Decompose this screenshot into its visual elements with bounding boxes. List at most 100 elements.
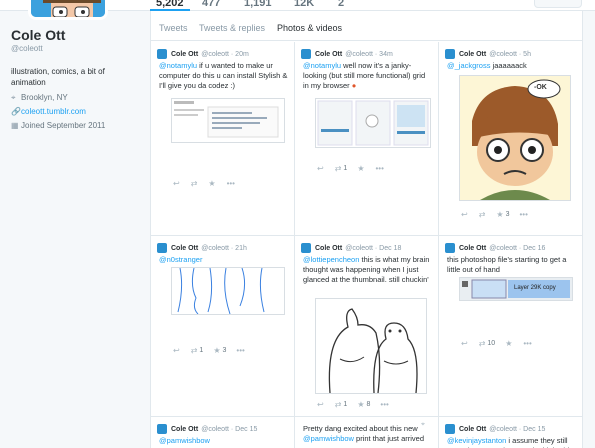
profile-name[interactable]: Cole Ott (11, 27, 141, 43)
retweet-icon[interactable]: ⇄ (335, 164, 342, 173)
tweet-card[interactable]: Cole Ott @coleott · Dec 18 @lottiepenche… (295, 236, 439, 417)
tweet-avatar[interactable] (301, 49, 311, 59)
tweet-card[interactable]: Cole Ott @coleott · 34m @notamylu well n… (295, 42, 439, 236)
more-icon[interactable]: ••• (523, 339, 531, 348)
tweet-text: @_jackgross jaaaaaack (447, 61, 527, 70)
tweet-image-blue-lines[interactable] (171, 267, 285, 315)
stat-followers[interactable]: 1,191 (244, 0, 272, 9)
tweet-card[interactable]: Cole Ott @coleott · Dec 15 @kevinjaystan… (439, 417, 583, 448)
like-icon[interactable]: ★ (505, 339, 512, 348)
website-link[interactable]: coleott.tumblr.com (21, 107, 86, 116)
tweet-author[interactable]: Cole Ott (315, 51, 342, 58)
profile-bio: illustration, comics, a bit of animation (11, 67, 105, 87)
tweet-actions: ↩ ⇄ ★ 3 ••• (461, 210, 539, 219)
profile-joined: ▦ Joined September 2011 (11, 121, 141, 130)
mention-link[interactable]: @n0stranger (159, 255, 202, 264)
stat-tweets[interactable]: 5,202 (156, 0, 184, 9)
tweet-card[interactable]: Cole Ott @coleott · Dec 15 @pamwishbow (151, 417, 295, 448)
settings-dropdown-button[interactable] (534, 0, 582, 8)
tweet-avatar[interactable] (301, 243, 311, 253)
tab-tweets-replies[interactable]: Tweets & replies (199, 23, 265, 33)
mention-link[interactable]: @pamwishbow (303, 434, 354, 443)
tweet-author[interactable]: Cole Ott (459, 426, 486, 433)
tweet-card[interactable]: Cole Ott @coleott · Dec 16 this photosho… (439, 236, 583, 417)
tweet-meta[interactable]: @coleott · Dec 16 (489, 245, 545, 252)
retweet-icon[interactable]: ⇄ (191, 346, 198, 355)
stat-likes[interactable]: 12K (294, 0, 314, 9)
like-count: 8 (366, 401, 371, 408)
location-pin-icon: ⌖ (421, 421, 425, 428)
tweet-actions: ↩ ⇄ 10 ★ ••• (461, 339, 543, 348)
tweet-meta[interactable]: @coleott · 21h (201, 245, 247, 252)
tweet-avatar[interactable] (157, 243, 167, 253)
profile-handle[interactable]: @coleott (11, 44, 141, 53)
stat-following[interactable]: 477 (202, 0, 220, 9)
retweet-icon[interactable]: ⇄ (191, 179, 198, 188)
tweet-text: Pretty dang excited about this new @pamw… (303, 424, 424, 443)
more-icon[interactable]: ••• (236, 346, 244, 355)
tweet-author[interactable]: Cole Ott (171, 51, 198, 58)
tweet-avatar[interactable] (157, 49, 167, 59)
tweet-author[interactable]: Cole Ott (171, 245, 198, 252)
tweet-meta[interactable]: @coleott · Dec 15 (201, 426, 257, 433)
profile-card: Cole Ott @coleott illustration, comics, … (11, 27, 141, 130)
tweet-card[interactable]: Cole Ott @coleott · 20m @notamylu if u w… (151, 42, 295, 236)
tweet-meta[interactable]: @coleott · Dec 18 (345, 245, 401, 252)
tweet-avatar[interactable] (445, 243, 455, 253)
tweet-text: @n0stranger (157, 255, 288, 265)
tab-photos-videos[interactable]: Photos & videos (277, 23, 342, 33)
tweet-text: @kevinjaystanton i assume they still car… (447, 436, 573, 448)
tweet-image-grid-screenshot[interactable] (315, 98, 431, 148)
psd-layer-name: Layer 29K copy (514, 285, 556, 291)
more-icon[interactable]: ••• (375, 164, 383, 173)
tweet-image-code-screenshot[interactable] (171, 98, 285, 143)
reply-icon[interactable]: ↩ (173, 346, 180, 355)
tweet-card[interactable]: Cole Ott @coleott · 5h @_jackgross jaaaa… (439, 42, 583, 236)
like-icon[interactable]: ★ (213, 346, 220, 355)
tweet-card[interactable]: Cole Ott @coleott · 21h @n0stranger ↩ ⇄ … (151, 236, 295, 417)
like-icon[interactable]: ★ (357, 400, 364, 409)
tweet-avatar[interactable] (445, 424, 455, 434)
tweet-author[interactable]: Cole Ott (315, 245, 342, 252)
tweet-meta[interactable]: @coleott · Dec 15 (489, 426, 545, 433)
reply-icon[interactable]: ↩ (317, 400, 324, 409)
retweet-count: 10 (487, 340, 496, 347)
mention-link[interactable]: @pamwishbow (159, 436, 210, 445)
reply-icon[interactable]: ↩ (461, 339, 468, 348)
tab-tweets[interactable]: Tweets (159, 23, 188, 33)
retweet-icon[interactable]: ⇄ (479, 210, 486, 219)
reply-icon[interactable]: ↩ (317, 164, 324, 173)
tweet-actions: ↩ ⇄ ★ ••• (173, 179, 246, 188)
more-icon[interactable]: ••• (227, 179, 235, 188)
mention-link[interactable]: @notamylu (159, 61, 197, 70)
avatar-illustration (31, 0, 105, 17)
mention-link[interactable]: @_jackgross (447, 61, 490, 70)
like-icon[interactable]: ★ (357, 164, 364, 173)
tweet-card[interactable]: Pretty dang excited about this new @pamw… (295, 417, 439, 448)
tweet-author[interactable]: Cole Ott (459, 51, 486, 58)
tweet-meta[interactable]: @coleott · 20m (201, 51, 249, 58)
stat-lists[interactable]: 2 (338, 0, 344, 9)
tweet-image-photoshop-layers[interactable]: Layer 29K copy (459, 277, 573, 301)
tweet-image-character-art[interactable]: -OK (459, 75, 571, 201)
tweet-avatar[interactable] (157, 424, 167, 434)
tweet-author[interactable]: Cole Ott (171, 426, 198, 433)
more-icon[interactable]: ••• (519, 210, 527, 219)
reply-icon[interactable]: ↩ (173, 179, 180, 188)
profile-avatar[interactable] (28, 0, 108, 20)
mention-link[interactable]: @notamylu (303, 61, 341, 70)
tweet-meta[interactable]: @coleott · 5h (489, 51, 531, 58)
like-icon[interactable]: ★ (496, 210, 503, 219)
tweet-meta[interactable]: @coleott · 34m (345, 51, 393, 58)
tweet-avatar[interactable] (445, 49, 455, 59)
tweet-image-bears-sketch[interactable] (315, 298, 427, 394)
reply-icon[interactable]: ↩ (461, 210, 468, 219)
emoji-icon: ● (351, 81, 357, 90)
more-icon[interactable]: ••• (380, 400, 388, 409)
mention-link[interactable]: @kevinjaystanton (447, 436, 506, 445)
retweet-icon[interactable]: ⇄ (479, 339, 486, 348)
mention-link[interactable]: @lottiepencheon (303, 255, 359, 264)
like-icon[interactable]: ★ (208, 179, 215, 188)
tweet-author[interactable]: Cole Ott (459, 245, 486, 252)
retweet-icon[interactable]: ⇄ (335, 400, 342, 409)
